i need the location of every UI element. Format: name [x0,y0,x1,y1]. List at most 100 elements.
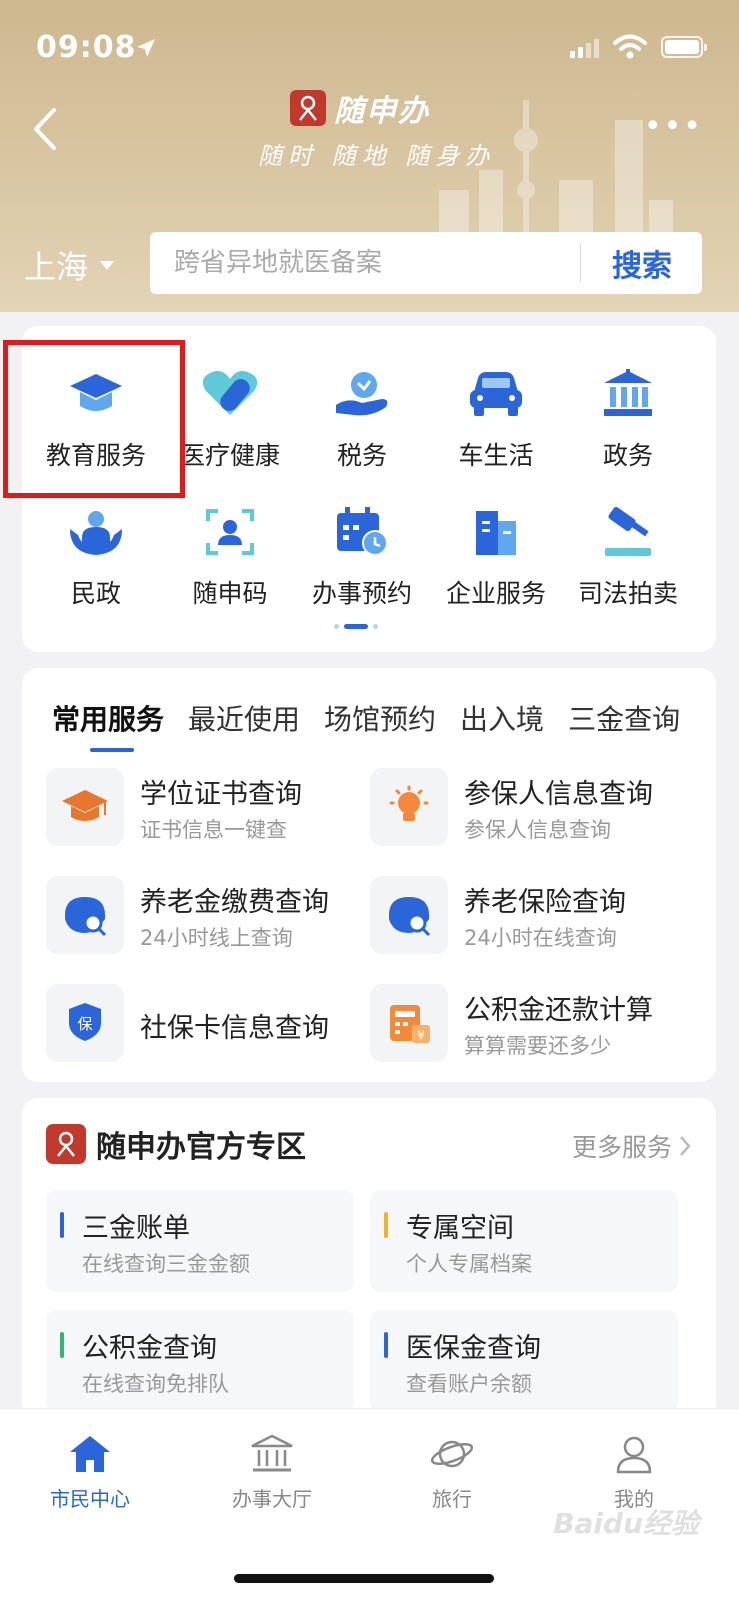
official-zone-card: 随申办官方专区 更多服务 三金账单 在线查询三金金额 专属空间 个人专属档案 公… [22,1098,716,1418]
svg-text:¥: ¥ [417,1028,425,1042]
app-header: 09:08 ••• 随申办 随时 随地 随身办 上海 跨省异地就医备案 搜索 [0,0,739,312]
service-subtitle: 24小时在线查询 [464,926,617,950]
search-badge-icon [370,876,448,954]
graduation-cap-icon [46,768,124,846]
status-bar: 09:08 [0,22,739,72]
category-label: 企业服务 [445,579,546,608]
official-item-title: 三金账单 [82,1213,190,1244]
tab-service-hall[interactable]: 办事大厅 [212,1431,332,1512]
tab-exit-entry[interactable]: 出入境 [460,698,544,738]
gavel-icon [598,504,658,560]
official-item-subtitle: 查看账户余额 [406,1372,532,1396]
category-label: 政务 [602,441,653,470]
calendar-clock-icon [332,504,392,560]
category-enterprise[interactable]: 企业服务 [428,504,564,624]
tab-label: 办事大厅 [232,1487,312,1511]
more-options-icon[interactable]: ••• [644,112,703,142]
government-building-icon [598,366,658,422]
official-item[interactable]: 医保金查询 查看账户余额 [370,1310,678,1412]
tab-common[interactable]: 常用服务 [52,698,164,752]
category-car[interactable]: 车生活 [428,366,564,486]
status-time: 09:08 [36,30,137,65]
category-label: 车生活 [458,441,534,470]
car-icon [466,366,526,422]
bank-icon [212,1431,332,1477]
calculator-icon: ¥ [370,984,448,1062]
user-icon [574,1431,694,1477]
official-zone-header: 随申办官方专区 [46,1122,306,1166]
lightbulb-icon [370,768,448,846]
item-accent-bar [60,1212,64,1238]
item-accent-bar [60,1332,64,1358]
service-subtitle: 24小时线上查询 [140,926,293,950]
service-title: 养老保险查询 [464,887,626,918]
svg-text:保: 保 [77,1015,92,1033]
official-zone-title: 随申办官方专区 [96,1130,306,1165]
tab-recent[interactable]: 最近使用 [188,698,300,738]
caret-down-icon [100,260,115,270]
search-badge-icon [46,876,124,954]
service-item[interactable]: 养老保险查询 24小时在线查询 [370,876,690,958]
service-title: 参保人信息查询 [464,779,653,810]
tab-citizen-center[interactable]: 市民中心 [30,1431,150,1512]
tab-label: 旅行 [432,1487,472,1511]
page-indicator [334,624,378,629]
battery-icon [661,36,707,58]
category-government[interactable]: 政务 [560,366,696,486]
back-arrow-icon[interactable] [26,104,66,154]
service-title: 社保卡信息查询 [140,1013,329,1044]
service-item[interactable]: 学位证书查询 证书信息一键查 [46,768,366,850]
tab-travel[interactable]: 旅行 [392,1431,512,1512]
highlight-box [3,340,185,498]
more-services-link[interactable]: 更多服务 [572,1128,692,1164]
service-title: 养老金缴费查询 [140,887,329,918]
official-item[interactable]: 公积金查询 在线查询免排队 [46,1310,354,1412]
category-appointment[interactable]: 办事预约 [294,504,430,624]
official-item[interactable]: 专属空间 个人专属档案 [370,1190,678,1292]
service-item[interactable]: 养老金缴费查询 24小时线上查询 [46,876,366,958]
service-subtitle: 算算需要还多少 [464,1034,611,1058]
heart-pill-icon [200,366,260,422]
chevron-right-icon [680,1136,691,1156]
official-item-title: 医保金查询 [406,1333,541,1364]
service-tabs: 常用服务 最近使用 场馆预约 出入境 三金查询 [52,698,680,752]
item-accent-bar [384,1332,388,1358]
office-building-icon [466,504,526,560]
tab-venue[interactable]: 场馆预约 [324,698,436,738]
tab-three-funds[interactable]: 三金查询 [568,698,680,738]
services-card: 常用服务 最近使用 场馆预约 出入境 三金查询 学位证书查询 证书信息一键查 参… [22,668,716,1082]
item-accent-bar [384,1212,388,1238]
category-tax[interactable]: 税务 [294,366,430,486]
category-judicial-auction[interactable]: 司法拍卖 [560,504,696,624]
category-label: 随申码 [192,579,268,608]
brand-slogan: 随时 随地 随身办 [258,142,496,170]
service-item[interactable]: 保 社保卡信息查询 [46,984,366,1066]
search-bar: 搜索 [150,232,702,294]
home-indicator[interactable] [234,1574,494,1583]
page-dot [373,624,378,629]
page-dot [334,624,339,629]
category-civil-affairs[interactable]: 民政 [28,504,164,624]
city-name: 上海 [24,248,89,286]
official-item[interactable]: 三金账单 在线查询三金金额 [46,1190,354,1292]
watermark: Baidu经验 [553,1507,699,1540]
category-suishen-code[interactable]: 随申码 [162,504,298,624]
category-label: 税务 [336,441,387,470]
official-item-subtitle: 在线查询免排队 [82,1372,229,1396]
more-services-label: 更多服务 [571,1133,672,1162]
brand: 随申办 [290,86,430,130]
home-icon [30,1431,150,1477]
service-subtitle: 参保人信息查询 [464,818,611,842]
city-selector[interactable]: 上海 [24,242,115,288]
tab-mine[interactable]: 我的 [574,1431,694,1512]
category-label: 办事预约 [311,579,412,608]
search-input[interactable] [174,232,574,294]
planet-icon [392,1431,512,1477]
official-item-title: 专属空间 [406,1213,514,1244]
official-item-subtitle: 在线查询三金金额 [82,1252,250,1276]
page-dot-active [344,624,368,629]
search-button[interactable]: 搜索 [582,232,702,294]
category-label: 司法拍卖 [577,579,678,608]
service-item[interactable]: 参保人信息查询 参保人信息查询 [370,768,690,850]
service-item[interactable]: ¥ 公积金还款计算 算算需要还多少 [370,984,690,1066]
